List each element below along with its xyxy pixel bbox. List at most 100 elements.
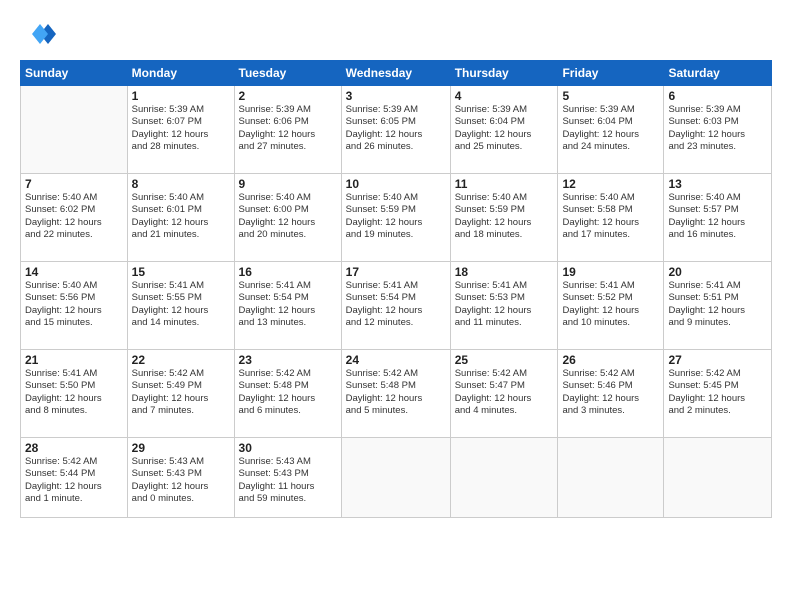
day-number: 15 <box>132 265 230 279</box>
day-info: Sunrise: 5:40 AM Sunset: 5:59 PM Dayligh… <box>346 192 446 241</box>
day-number: 6 <box>668 89 767 103</box>
week-row-4: 21Sunrise: 5:41 AM Sunset: 5:50 PM Dayli… <box>21 350 772 438</box>
day-number: 9 <box>239 177 337 191</box>
day-info: Sunrise: 5:42 AM Sunset: 5:48 PM Dayligh… <box>346 368 446 417</box>
day-number: 4 <box>455 89 554 103</box>
day-info: Sunrise: 5:41 AM Sunset: 5:54 PM Dayligh… <box>346 280 446 329</box>
day-number: 13 <box>668 177 767 191</box>
day-number: 29 <box>132 441 230 455</box>
day-cell: 4Sunrise: 5:39 AM Sunset: 6:04 PM Daylig… <box>450 86 558 174</box>
week-row-2: 7Sunrise: 5:40 AM Sunset: 6:02 PM Daylig… <box>21 174 772 262</box>
day-cell: 7Sunrise: 5:40 AM Sunset: 6:02 PM Daylig… <box>21 174 128 262</box>
day-info: Sunrise: 5:43 AM Sunset: 5:43 PM Dayligh… <box>132 456 230 505</box>
day-cell: 17Sunrise: 5:41 AM Sunset: 5:54 PM Dayli… <box>341 262 450 350</box>
day-cell: 8Sunrise: 5:40 AM Sunset: 6:01 PM Daylig… <box>127 174 234 262</box>
header <box>20 16 772 52</box>
day-info: Sunrise: 5:39 AM Sunset: 6:04 PM Dayligh… <box>455 104 554 153</box>
col-header-thursday: Thursday <box>450 61 558 86</box>
day-cell: 18Sunrise: 5:41 AM Sunset: 5:53 PM Dayli… <box>450 262 558 350</box>
day-info: Sunrise: 5:39 AM Sunset: 6:06 PM Dayligh… <box>239 104 337 153</box>
day-cell: 24Sunrise: 5:42 AM Sunset: 5:48 PM Dayli… <box>341 350 450 438</box>
day-info: Sunrise: 5:42 AM Sunset: 5:44 PM Dayligh… <box>25 456 123 505</box>
day-cell: 28Sunrise: 5:42 AM Sunset: 5:44 PM Dayli… <box>21 438 128 518</box>
day-info: Sunrise: 5:40 AM Sunset: 5:58 PM Dayligh… <box>562 192 659 241</box>
day-number: 3 <box>346 89 446 103</box>
day-info: Sunrise: 5:39 AM Sunset: 6:05 PM Dayligh… <box>346 104 446 153</box>
day-cell: 14Sunrise: 5:40 AM Sunset: 5:56 PM Dayli… <box>21 262 128 350</box>
day-number: 26 <box>562 353 659 367</box>
col-header-wednesday: Wednesday <box>341 61 450 86</box>
day-cell: 19Sunrise: 5:41 AM Sunset: 5:52 PM Dayli… <box>558 262 664 350</box>
day-info: Sunrise: 5:40 AM Sunset: 5:57 PM Dayligh… <box>668 192 767 241</box>
day-info: Sunrise: 5:39 AM Sunset: 6:07 PM Dayligh… <box>132 104 230 153</box>
day-cell: 11Sunrise: 5:40 AM Sunset: 5:59 PM Dayli… <box>450 174 558 262</box>
day-number: 17 <box>346 265 446 279</box>
day-number: 2 <box>239 89 337 103</box>
day-info: Sunrise: 5:41 AM Sunset: 5:52 PM Dayligh… <box>562 280 659 329</box>
day-cell: 10Sunrise: 5:40 AM Sunset: 5:59 PM Dayli… <box>341 174 450 262</box>
day-number: 21 <box>25 353 123 367</box>
col-header-monday: Monday <box>127 61 234 86</box>
day-cell <box>21 86 128 174</box>
day-cell: 21Sunrise: 5:41 AM Sunset: 5:50 PM Dayli… <box>21 350 128 438</box>
day-cell: 22Sunrise: 5:42 AM Sunset: 5:49 PM Dayli… <box>127 350 234 438</box>
day-number: 28 <box>25 441 123 455</box>
day-info: Sunrise: 5:42 AM Sunset: 5:45 PM Dayligh… <box>668 368 767 417</box>
day-cell: 27Sunrise: 5:42 AM Sunset: 5:45 PM Dayli… <box>664 350 772 438</box>
logo <box>20 16 56 52</box>
day-info: Sunrise: 5:42 AM Sunset: 5:48 PM Dayligh… <box>239 368 337 417</box>
col-header-saturday: Saturday <box>664 61 772 86</box>
day-cell: 2Sunrise: 5:39 AM Sunset: 6:06 PM Daylig… <box>234 86 341 174</box>
day-cell: 30Sunrise: 5:43 AM Sunset: 5:43 PM Dayli… <box>234 438 341 518</box>
day-number: 5 <box>562 89 659 103</box>
day-info: Sunrise: 5:39 AM Sunset: 6:04 PM Dayligh… <box>562 104 659 153</box>
day-cell <box>558 438 664 518</box>
day-number: 19 <box>562 265 659 279</box>
header-row: SundayMondayTuesdayWednesdayThursdayFrid… <box>21 61 772 86</box>
day-number: 10 <box>346 177 446 191</box>
day-number: 7 <box>25 177 123 191</box>
day-number: 27 <box>668 353 767 367</box>
page: SundayMondayTuesdayWednesdayThursdayFrid… <box>0 0 792 612</box>
day-number: 14 <box>25 265 123 279</box>
col-header-friday: Friday <box>558 61 664 86</box>
day-number: 24 <box>346 353 446 367</box>
week-row-5: 28Sunrise: 5:42 AM Sunset: 5:44 PM Dayli… <box>21 438 772 518</box>
day-info: Sunrise: 5:41 AM Sunset: 5:55 PM Dayligh… <box>132 280 230 329</box>
col-header-sunday: Sunday <box>21 61 128 86</box>
day-number: 8 <box>132 177 230 191</box>
day-cell: 6Sunrise: 5:39 AM Sunset: 6:03 PM Daylig… <box>664 86 772 174</box>
day-cell <box>341 438 450 518</box>
day-info: Sunrise: 5:40 AM Sunset: 6:02 PM Dayligh… <box>25 192 123 241</box>
day-info: Sunrise: 5:39 AM Sunset: 6:03 PM Dayligh… <box>668 104 767 153</box>
day-number: 1 <box>132 89 230 103</box>
day-cell: 25Sunrise: 5:42 AM Sunset: 5:47 PM Dayli… <box>450 350 558 438</box>
day-cell: 12Sunrise: 5:40 AM Sunset: 5:58 PM Dayli… <box>558 174 664 262</box>
day-number: 16 <box>239 265 337 279</box>
day-number: 20 <box>668 265 767 279</box>
day-cell: 13Sunrise: 5:40 AM Sunset: 5:57 PM Dayli… <box>664 174 772 262</box>
day-info: Sunrise: 5:43 AM Sunset: 5:43 PM Dayligh… <box>239 456 337 505</box>
day-cell: 23Sunrise: 5:42 AM Sunset: 5:48 PM Dayli… <box>234 350 341 438</box>
day-cell <box>450 438 558 518</box>
day-cell: 29Sunrise: 5:43 AM Sunset: 5:43 PM Dayli… <box>127 438 234 518</box>
day-cell: 26Sunrise: 5:42 AM Sunset: 5:46 PM Dayli… <box>558 350 664 438</box>
day-cell <box>664 438 772 518</box>
week-row-3: 14Sunrise: 5:40 AM Sunset: 5:56 PM Dayli… <box>21 262 772 350</box>
day-number: 30 <box>239 441 337 455</box>
day-number: 18 <box>455 265 554 279</box>
day-info: Sunrise: 5:41 AM Sunset: 5:50 PM Dayligh… <box>25 368 123 417</box>
col-header-tuesday: Tuesday <box>234 61 341 86</box>
day-cell: 5Sunrise: 5:39 AM Sunset: 6:04 PM Daylig… <box>558 86 664 174</box>
day-number: 25 <box>455 353 554 367</box>
day-number: 12 <box>562 177 659 191</box>
day-cell: 15Sunrise: 5:41 AM Sunset: 5:55 PM Dayli… <box>127 262 234 350</box>
logo-icon <box>20 16 56 52</box>
day-number: 11 <box>455 177 554 191</box>
day-cell: 20Sunrise: 5:41 AM Sunset: 5:51 PM Dayli… <box>664 262 772 350</box>
day-info: Sunrise: 5:40 AM Sunset: 6:01 PM Dayligh… <box>132 192 230 241</box>
day-info: Sunrise: 5:40 AM Sunset: 5:59 PM Dayligh… <box>455 192 554 241</box>
day-cell: 1Sunrise: 5:39 AM Sunset: 6:07 PM Daylig… <box>127 86 234 174</box>
day-cell: 3Sunrise: 5:39 AM Sunset: 6:05 PM Daylig… <box>341 86 450 174</box>
day-info: Sunrise: 5:41 AM Sunset: 5:54 PM Dayligh… <box>239 280 337 329</box>
